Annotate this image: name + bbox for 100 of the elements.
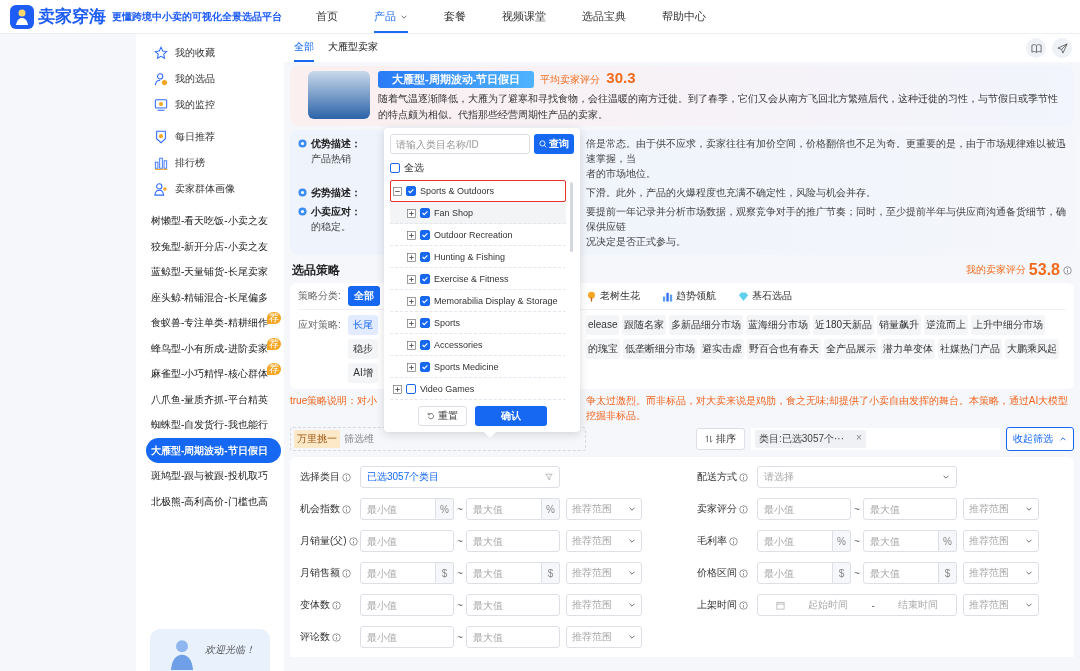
expand-icon[interactable]	[407, 230, 416, 240]
filter-tag[interactable]: 万里挑一	[294, 430, 340, 448]
scrollbar[interactable]	[570, 182, 573, 252]
checkbox[interactable]	[390, 163, 400, 173]
nav-link[interactable]: 帮助中心	[662, 0, 706, 33]
nav-link[interactable]: 选品宝典	[582, 0, 626, 33]
strategy-chip[interactable]: elease	[586, 315, 620, 335]
max-field[interactable]: 最大值	[863, 530, 939, 552]
seller-type-item[interactable]: 座头鲸-精铺混合-长尾偏多	[146, 284, 281, 310]
seller-type-item[interactable]: 麻雀型-小巧精悍-核心群体荐	[146, 361, 281, 387]
strategy-chip[interactable]: 跟随名家	[622, 315, 667, 335]
strategy-chip[interactable]: 大鹏乘风起	[1005, 339, 1059, 359]
strategy-chip[interactable]: 稳步	[348, 339, 378, 359]
seller-type-item[interactable]: 大雁型-周期波动-节日假日	[146, 437, 281, 463]
max-field[interactable]: 最大值	[466, 594, 560, 616]
expand-icon[interactable]	[393, 384, 402, 394]
checkbox[interactable]	[420, 362, 430, 372]
checkbox[interactable]	[420, 318, 430, 328]
sidebar-item[interactable]: 排行榜	[146, 150, 274, 176]
max-field[interactable]: 最大值	[466, 530, 560, 552]
nav-link[interactable]: 套餐	[444, 0, 466, 33]
category-tree-row[interactable]: Video Games	[390, 378, 566, 400]
category-tree-row[interactable]: Outdoor Recreation	[390, 224, 566, 246]
seller-type-item[interactable]: 树懒型-看天吃饭-小卖之友	[146, 208, 281, 234]
expand-icon[interactable]	[407, 252, 416, 262]
strategy-chip[interactable]: 销量飙升	[877, 315, 922, 335]
collapse-filter-button[interactable]: 收起筛选	[1006, 427, 1074, 451]
category-tree-row[interactable]: Memorabilia Display & Storage	[390, 290, 566, 312]
min-field[interactable]: 最小值	[757, 530, 833, 552]
max-field[interactable]: 最大值	[466, 562, 542, 584]
strategy-chip[interactable]: 全产品展示	[824, 339, 878, 359]
min-field[interactable]: 最小值	[360, 626, 454, 648]
strategy-chip[interactable]: 的瑰宝	[586, 339, 620, 359]
min-field[interactable]: 最小值	[360, 594, 454, 616]
min-field[interactable]: 最小值	[757, 562, 833, 584]
seller-type-item[interactable]: 北极熊-高利高价-门槛也高	[146, 488, 281, 514]
max-field[interactable]: 最大值	[466, 626, 560, 648]
expand-icon[interactable]	[407, 208, 416, 218]
category-tree-row[interactable]: Exercise & Fitness	[390, 268, 566, 290]
min-field[interactable]: 最小值	[757, 498, 851, 520]
seller-type-item[interactable]: 狡兔型-新开分店-小卖之友	[146, 233, 281, 259]
max-field[interactable]: 最大值	[466, 498, 542, 520]
strategy-chip[interactable]: AI增	[348, 363, 378, 383]
seller-type-item[interactable]: 蜂鸟型-小有所成-进阶卖家荐	[146, 335, 281, 361]
expand-icon[interactable]	[407, 362, 416, 372]
seller-type-item[interactable]: 蜘蛛型-自发货行-我也能行	[146, 412, 281, 438]
strategy-chip[interactable]: 低垄断细分市场	[623, 339, 697, 359]
sidebar-item[interactable]: 卖家群体画像	[146, 176, 274, 202]
seller-type-item[interactable]: 斑鸠型-跟与被跟-投机取巧	[146, 463, 281, 489]
checkbox[interactable]	[420, 252, 430, 262]
collapse-icon[interactable]	[393, 186, 402, 196]
expand-icon[interactable]	[407, 318, 416, 328]
nav-link[interactable]: 首页	[316, 0, 338, 33]
category-tree-row[interactable]: Sports & Outdoors	[390, 180, 566, 202]
strategy-chip[interactable]: 野百合也有春天	[747, 339, 821, 359]
tab[interactable]: 大雁型卖家	[328, 34, 378, 62]
strategy-chip[interactable]: 长尾	[348, 315, 378, 335]
strategy-category[interactable]: 基石选品	[738, 289, 792, 303]
max-field[interactable]: 最大值	[863, 498, 957, 520]
category-tree-row[interactable]: Fan Shop	[390, 202, 566, 224]
max-field[interactable]: 最大值	[863, 562, 939, 584]
search-button[interactable]: 查询	[534, 134, 574, 154]
reset-button[interactable]: 重置	[418, 406, 467, 426]
date-range-field[interactable]: 起始时间 - 结束时间	[757, 594, 957, 616]
category-field[interactable]: 已选3057个类目	[360, 466, 560, 488]
checkbox[interactable]	[420, 274, 430, 284]
seller-type-item[interactable]: 八爪鱼-量质齐抓-平台精英	[146, 386, 281, 412]
strategy-chip[interactable]: 社媒热门产品	[938, 339, 1002, 359]
checkbox[interactable]	[420, 208, 430, 218]
expand-icon[interactable]	[407, 340, 416, 350]
min-field[interactable]: 最小值	[360, 562, 436, 584]
sidebar-item[interactable]: 我的选品	[146, 66, 274, 92]
sidebar-item[interactable]: 我的收藏	[146, 40, 274, 66]
strategy-category[interactable]: 全部	[348, 286, 380, 306]
strategy-chip[interactable]: 避实击虚	[700, 339, 744, 359]
checkbox[interactable]	[420, 340, 430, 350]
category-search-field[interactable]: 请输入类目名称/ID	[390, 134, 530, 154]
checkbox[interactable]	[406, 186, 416, 196]
seller-type-item[interactable]: 蓝鲸型-天量铺货-长尾卖家	[146, 259, 281, 285]
nav-link[interactable]: 视频课堂	[502, 0, 546, 33]
category-tree-row[interactable]: Accessories	[390, 334, 566, 356]
category-tree-row[interactable]: Sports	[390, 312, 566, 334]
send-button[interactable]	[1052, 38, 1072, 58]
sort-button[interactable]: 排序	[696, 428, 745, 450]
confirm-button[interactable]: 确认	[475, 406, 547, 426]
min-field[interactable]: 最小值	[360, 530, 454, 552]
strategy-chip[interactable]: 蓝海细分市场	[746, 315, 811, 335]
strategy-chip[interactable]: 多新品细分市场	[669, 315, 744, 335]
strategy-chip[interactable]: 上升中细分市场	[971, 315, 1046, 335]
tab[interactable]: 全部	[294, 34, 314, 62]
expand-icon[interactable]	[407, 274, 416, 284]
checkbox[interactable]	[420, 296, 430, 306]
strategy-chip[interactable]: 潜力单变体	[881, 339, 935, 359]
strategy-category[interactable]: 老树生花	[586, 289, 640, 303]
expand-icon[interactable]	[407, 296, 416, 306]
strategy-category[interactable]: 趋势领航	[662, 289, 716, 303]
checkbox[interactable]	[406, 384, 416, 394]
min-field[interactable]: 最小值	[360, 498, 436, 520]
seller-type-item[interactable]: 食蚁兽-专注单类-精耕细作荐	[146, 310, 281, 336]
category-tree-row[interactable]: Hunting & Fishing	[390, 246, 566, 268]
